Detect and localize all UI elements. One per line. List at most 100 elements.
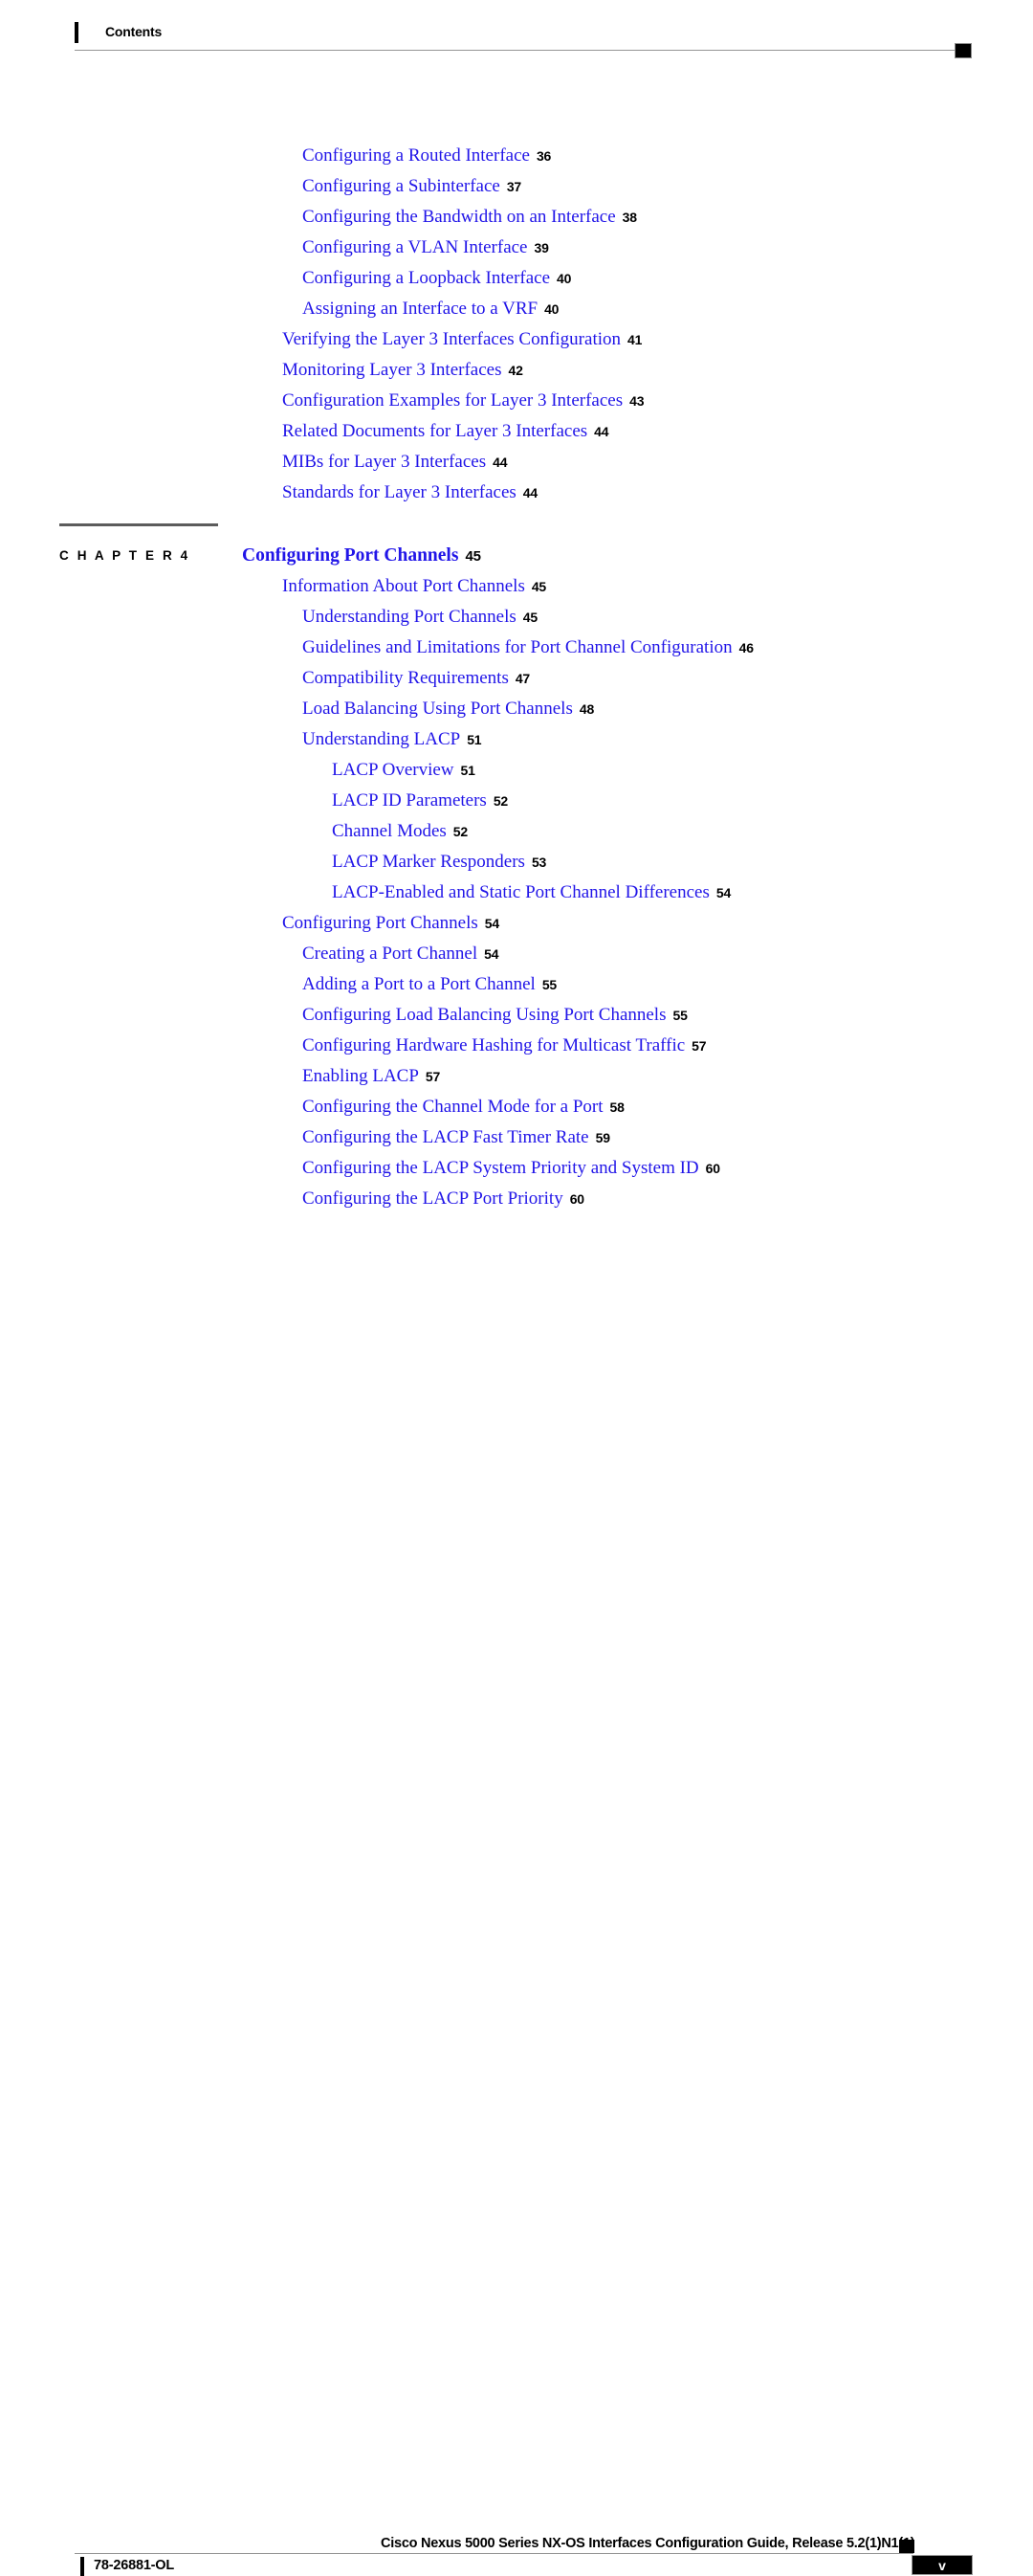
toc-entry[interactable]: Monitoring Layer 3 Interfaces 42 [282, 360, 523, 381]
toc-entry[interactable]: Configuring the Bandwidth on an Interfac… [302, 207, 637, 228]
footer-document-number: 78-26881-OL [94, 2558, 175, 2573]
toc-entry[interactable]: Enabling LACP 57 [302, 1066, 440, 1087]
toc-entry[interactable]: Adding a Port to a Port Channel 55 [302, 974, 557, 995]
footer-accent-bar [80, 2557, 84, 2576]
toc-entry-page: 45 [522, 610, 538, 625]
toc-entry-page: 53 [531, 855, 547, 870]
toc-entry-label: Related Documents for Layer 3 Interfaces [282, 421, 588, 441]
toc-entry[interactable]: Configuring a Routed Interface 36 [302, 145, 551, 167]
toc-entry-label: Standards for Layer 3 Interfaces [282, 482, 516, 502]
toc-entry-page: 54 [715, 885, 732, 900]
toc-entry-label: Understanding LACP [302, 729, 461, 749]
toc-entry-label: Adding a Port to a Port Channel [302, 974, 536, 994]
toc-entry-page: 54 [484, 916, 499, 931]
toc-entry[interactable]: Understanding LACP 51 [302, 729, 482, 750]
toc-entry[interactable]: Load Balancing Using Port Channels 48 [302, 699, 594, 720]
toc-entry[interactable]: Standards for Layer 3 Interfaces 44 [282, 482, 538, 503]
toc-entry-page: 54 [484, 946, 499, 962]
toc-entry-page: 60 [569, 1191, 584, 1207]
toc-entry-label: Configuring Port Channels [282, 913, 478, 933]
footer-page-number-tab: v [912, 2555, 973, 2575]
toc-entry[interactable]: MIBs for Layer 3 Interfaces 44 [282, 452, 508, 473]
toc-entry-page: 44 [493, 455, 508, 470]
toc-entry-page: 52 [452, 824, 468, 839]
toc-entry-page: 45 [531, 579, 547, 594]
toc-entry[interactable]: Configuring a Subinterface 37 [302, 176, 521, 197]
toc-entry-page: 44 [522, 485, 538, 500]
toc-entry[interactable]: Configuring Load Balancing Using Port Ch… [302, 1005, 688, 1026]
toc-entry[interactable]: Assigning an Interface to a VRF 40 [302, 299, 559, 320]
toc-entry-page: 42 [508, 363, 523, 378]
toc-entry-page: 51 [467, 732, 482, 747]
toc-entry-label: LACP ID Parameters [332, 790, 487, 811]
toc-entry-label: Configuring a Subinterface [302, 176, 500, 196]
toc-entry-label: LACP-Enabled and Static Port Channel Dif… [332, 882, 710, 902]
toc-entry-page: 47 [515, 671, 531, 686]
running-header-title: Contents [105, 24, 163, 39]
footer-change-marker-square [899, 2540, 914, 2553]
chapter-divider-rule [59, 523, 218, 526]
toc-entry-page: 41 [627, 332, 643, 347]
toc-entry-page: 37 [506, 179, 522, 194]
toc-entry-label: Configuring the LACP Fast Timer Rate [302, 1127, 589, 1147]
toc-entry[interactable]: Configuring the LACP Fast Timer Rate 59 [302, 1127, 610, 1148]
toc-entry-page: 57 [425, 1069, 441, 1084]
header-divider-rule [75, 50, 956, 51]
toc-entry-label: Enabling LACP [302, 1066, 419, 1086]
toc-entry-page: 52 [493, 793, 509, 809]
footer-divider-rule [75, 2553, 913, 2554]
toc-entry[interactable]: LACP Marker Responders 53 [332, 852, 546, 873]
toc-entry[interactable]: Configuring a VLAN Interface 39 [302, 237, 549, 258]
toc-entry[interactable]: Configuring Hardware Hashing for Multica… [302, 1035, 707, 1056]
toc-entry-label: Guidelines and Limitations for Port Chan… [302, 637, 733, 657]
toc-entry[interactable]: Configuring the Channel Mode for a Port 5… [302, 1097, 625, 1118]
toc-entry[interactable]: Guidelines and Limitations for Port Chan… [302, 637, 754, 658]
toc-entry-chapter-title[interactable]: Configuring Port Channels 45 [242, 545, 481, 566]
toc-entry[interactable]: Configuration Examples for Layer 3 Inter… [282, 390, 645, 411]
toc-entry-page: 39 [534, 240, 549, 255]
toc-entry-page: 51 [460, 763, 475, 778]
toc-entry[interactable]: Configuring a Loopback Interface 40 [302, 268, 571, 289]
page-number-label: v [938, 2557, 946, 2573]
toc-entry-label: Understanding Port Channels [302, 607, 516, 627]
toc-entry[interactable]: Understanding Port Channels 45 [302, 607, 538, 628]
toc-entry-label: Configuring Hardware Hashing for Multica… [302, 1035, 686, 1055]
toc-entry[interactable]: Compatibility Requirements 47 [302, 668, 530, 689]
toc-entry-page: 44 [594, 424, 609, 439]
toc-entry[interactable]: Channel Modes 52 [332, 821, 468, 842]
toc-entry[interactable]: Configuring the LACP Port Priority 60 [302, 1188, 584, 1210]
toc-entry-label: Verifying the Layer 3 Interfaces Configu… [282, 329, 622, 349]
header-accent-bar [75, 22, 78, 43]
toc-entry[interactable]: Information About Port Channels 45 [282, 576, 546, 597]
toc-entry-label: Configuring Port Channels [242, 545, 459, 566]
toc-entry[interactable]: Related Documents for Layer 3 Interfaces… [282, 421, 609, 442]
page-header: Contents [0, 0, 1033, 67]
toc-entry[interactable]: Configuring the LACP System Priority and… [302, 1158, 720, 1179]
toc-entry-page: 40 [557, 271, 572, 286]
toc-entry-page: 36 [536, 148, 552, 164]
toc-entry[interactable]: Creating a Port Channel 54 [302, 944, 498, 965]
toc-entry-page: 43 [629, 393, 645, 409]
toc-entry[interactable]: LACP-Enabled and Static Port Channel Dif… [332, 882, 731, 903]
toc-entry[interactable]: LACP ID Parameters 52 [332, 790, 508, 811]
toc-entry-label: MIBs for Layer 3 Interfaces [282, 452, 487, 472]
toc-entry-label: Configuring a Routed Interface [302, 145, 530, 166]
toc-entry-label: Configuring the LACP Port Priority [302, 1188, 563, 1209]
toc-entry[interactable]: Verifying the Layer 3 Interfaces Configu… [282, 329, 642, 350]
toc-entry-page: 60 [705, 1161, 720, 1176]
toc-entry[interactable]: LACP Overview 51 [332, 760, 475, 781]
toc-entry-page: 45 [465, 548, 481, 565]
toc-entry-label: Assigning an Interface to a VRF [302, 299, 538, 319]
toc-entry-label: Configuration Examples for Layer 3 Inter… [282, 390, 624, 411]
toc-entry-page: 55 [541, 977, 557, 992]
header-change-marker-square [955, 43, 972, 58]
toc-entry-label: LACP Overview [332, 760, 454, 780]
toc-entry-label: Channel Modes [332, 821, 447, 841]
toc-entry-label: Configuring a VLAN Interface [302, 237, 528, 257]
toc-entry-label: Compatibility Requirements [302, 668, 509, 688]
toc-entry-page: 46 [738, 640, 754, 655]
toc-entry[interactable]: Configuring Port Channels 54 [282, 913, 499, 934]
toc-entry-page: 58 [609, 1099, 625, 1115]
toc-entry-label: LACP Marker Responders [332, 852, 525, 872]
toc-entry-label: Creating a Port Channel [302, 944, 478, 964]
